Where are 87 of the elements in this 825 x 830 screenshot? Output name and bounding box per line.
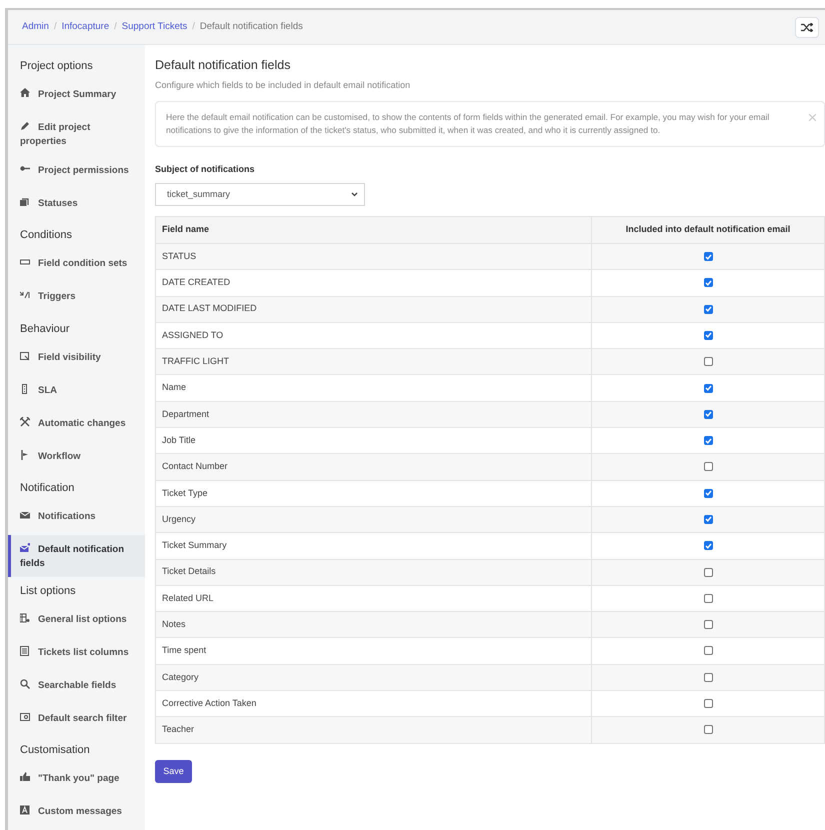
checkbox[interactable] bbox=[704, 304, 712, 314]
sidebar-heading: Behaviour bbox=[19, 322, 71, 337]
sidebar-heading: List options bbox=[19, 584, 77, 599]
sidebar-item[interactable]: Tickets list columns bbox=[8, 638, 145, 671]
table-cell: DATE CREATED bbox=[156, 270, 592, 296]
field-label: Subject of notifications bbox=[155, 162, 256, 176]
home-icon bbox=[20, 88, 30, 98]
breadcrumb-current: Default notification fields bbox=[200, 20, 303, 34]
table-cell: Ticket Summary bbox=[156, 532, 592, 560]
page-title: Default notification fields bbox=[155, 57, 292, 73]
sidebar-item[interactable]: SLA bbox=[8, 376, 145, 408]
table-cell: Time spent bbox=[156, 638, 592, 664]
column-header: Included into default notification email bbox=[592, 216, 824, 244]
breadcrumb-separator: / bbox=[114, 20, 117, 34]
table-cell: Name bbox=[156, 374, 592, 402]
breadcrumb-link[interactable]: Admin bbox=[22, 20, 49, 34]
checkbox[interactable] bbox=[704, 357, 712, 366]
save-button[interactable]: Save bbox=[155, 760, 192, 783]
sidebar-item[interactable]: Project Summary bbox=[8, 80, 145, 114]
sidebar-item[interactable]: Workflow bbox=[8, 442, 145, 474]
shuffle-icon bbox=[801, 22, 813, 32]
checkbox[interactable] bbox=[704, 384, 712, 392]
flag-icon bbox=[20, 450, 30, 460]
subject-select[interactable]: ticket_summary bbox=[155, 183, 365, 206]
sidebar-item[interactable]: "Thank you" page bbox=[8, 764, 145, 797]
checkbox[interactable] bbox=[704, 514, 712, 524]
column-header: Field name bbox=[156, 216, 592, 244]
envelope-badge-icon bbox=[20, 542, 30, 553]
chevron-down-icon bbox=[351, 192, 358, 197]
checkbox[interactable] bbox=[704, 278, 712, 288]
thumbs-up-icon bbox=[20, 772, 30, 782]
table-cell: Teacher bbox=[156, 716, 592, 744]
sidebar-item[interactable]: Automatic changes bbox=[8, 408, 145, 442]
search-icon bbox=[20, 678, 30, 689]
sidebar-item[interactable]: Notifications bbox=[8, 502, 145, 535]
table-icon bbox=[20, 646, 30, 656]
sidebar-item[interactable]: Default notification fields bbox=[8, 534, 145, 578]
sidebar-heading: Notification bbox=[19, 480, 76, 496]
table-cell: Contact Number bbox=[156, 454, 592, 480]
checkbox[interactable] bbox=[704, 436, 712, 446]
letter-box-icon bbox=[20, 805, 30, 815]
sidebar-item[interactable]: Searchable fields bbox=[8, 670, 145, 704]
cursor-window-icon bbox=[20, 350, 30, 360]
checkbox[interactable] bbox=[704, 620, 712, 630]
stack-icon bbox=[20, 196, 30, 207]
breadcrumb-link[interactable]: Infocapture bbox=[62, 20, 110, 34]
shuffle-button[interactable] bbox=[795, 16, 819, 38]
checkbox[interactable] bbox=[704, 725, 712, 734]
table-cell: DATE LAST MODIFIED bbox=[156, 296, 592, 322]
table-cell: Ticket Type bbox=[156, 480, 592, 506]
info-text: Here the default email notification can be customised, to show the contents of form fields within the generated email. For example, you may wish for your email notifications to give the information of the ticket's status, who submitted it, when it was created, and who it is currently assigned to. bbox=[166, 110, 770, 136]
checkbox[interactable] bbox=[704, 252, 712, 262]
window-search-icon bbox=[20, 712, 30, 722]
checkbox[interactable] bbox=[704, 646, 712, 656]
rectangle-icon bbox=[20, 257, 30, 268]
sidebar-item[interactable]: Triggers bbox=[8, 282, 145, 316]
checkbox[interactable] bbox=[704, 699, 712, 708]
page-subtitle: Configure which fields to be included in default email notification bbox=[155, 79, 412, 92]
sidebar-heading: Project options bbox=[19, 59, 94, 74]
checkbox[interactable] bbox=[704, 410, 712, 419]
checkbox[interactable] bbox=[704, 672, 712, 682]
table-cell: Ticket Details bbox=[156, 559, 592, 586]
checkbox[interactable] bbox=[704, 462, 712, 472]
sidebar-item[interactable]: Field condition sets bbox=[8, 249, 145, 282]
meter-icon bbox=[20, 384, 30, 394]
breadcrumb-separator: / bbox=[54, 20, 57, 34]
list-settings-icon bbox=[20, 612, 30, 623]
tools-icon bbox=[20, 416, 30, 426]
pencil-icon bbox=[20, 121, 30, 132]
sidebar-item[interactable]: Statuses bbox=[8, 188, 145, 222]
sidebar-heading: Conditions bbox=[19, 228, 73, 244]
checkbox[interactable] bbox=[704, 330, 712, 340]
checkbox[interactable] bbox=[704, 568, 712, 577]
sidebar-heading: Customisation bbox=[19, 743, 91, 758]
sidebar-item[interactable]: Default search filter bbox=[8, 704, 145, 737]
checkbox[interactable] bbox=[704, 594, 712, 603]
arrows-icon bbox=[20, 290, 30, 300]
envelope-icon bbox=[20, 510, 30, 520]
sidebar-item[interactable]: Edit project properties bbox=[8, 113, 145, 156]
breadcrumb-separator: / bbox=[192, 20, 195, 34]
breadcrumb-link[interactable]: Support Tickets bbox=[122, 20, 188, 34]
sidebar-item[interactable]: Project permissions bbox=[8, 156, 145, 189]
checkbox[interactable] bbox=[704, 541, 712, 550]
sidebar-item[interactable]: Custom messages bbox=[8, 797, 145, 830]
sidebar-item[interactable]: General list options bbox=[8, 604, 145, 638]
checkbox[interactable] bbox=[704, 488, 712, 498]
sidebar-item[interactable]: Field visibility bbox=[8, 342, 145, 376]
